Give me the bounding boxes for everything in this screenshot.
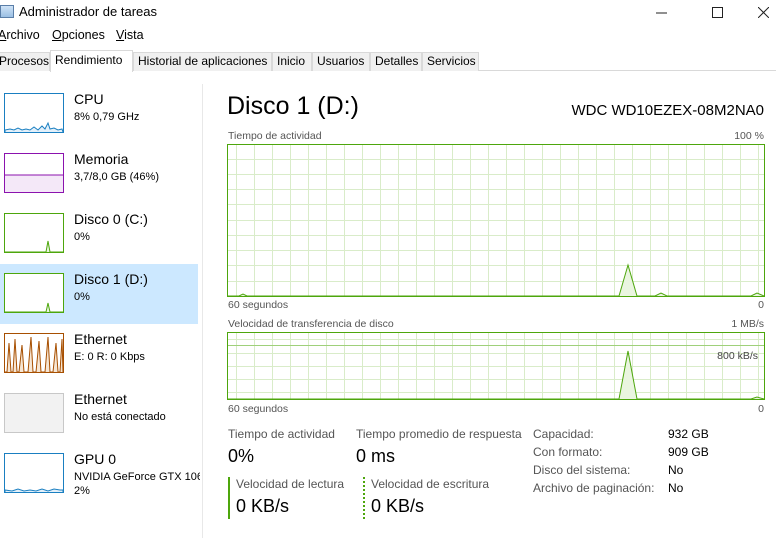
read-stat-label: Velocidad de lectura — [236, 477, 345, 491]
sidebar-item-label: GPU 0 — [74, 451, 117, 467]
minimize-button[interactable] — [638, 0, 684, 24]
tab-usuarios[interactable]: Usuarios — [312, 52, 370, 71]
task-manager-icon — [0, 5, 14, 18]
sidebar-item-sub: NVIDIA GeForce GTX 106 — [74, 471, 200, 483]
sidebar-item-cpu[interactable]: CPU 8% 0,79 GHz — [0, 84, 198, 144]
sidebar-item-gpu-0[interactable]: GPU 0 NVIDIA GeForce GTX 106 2% — [0, 444, 200, 504]
graph2-max-label: 1 MB/s — [731, 318, 764, 330]
disk-model: WDC WD10EZEX-08M2NA0 — [571, 102, 764, 119]
sidebar-item-sub: E: 0 R: 0 Kbps — [74, 351, 145, 363]
graph1-min-label: 0 — [758, 299, 764, 311]
sidebar-item-disco-1[interactable]: Disco 1 (D:) 0% — [0, 264, 198, 324]
tab-servicios[interactable]: Servicios — [422, 52, 479, 71]
formatted-value: 909 GB — [668, 445, 709, 459]
sidebar-divider — [202, 84, 203, 538]
sidebar-item-label: Ethernet — [74, 391, 127, 407]
graph2-min-label: 0 — [758, 403, 764, 415]
transfer-rate-graph — [227, 332, 765, 400]
ethernet-thumbnail-graph — [4, 333, 64, 373]
capacity-label: Capacidad: — [533, 427, 594, 441]
read-stat-value: 0 KB/s — [236, 496, 290, 516]
formatted-label: Con formato: — [533, 445, 603, 459]
sidebar-item-disco-0[interactable]: Disco 0 (C:) 0% — [0, 204, 198, 264]
system-disk-label: Disco del sistema: — [533, 463, 631, 477]
graph1-label: Tiempo de actividad — [228, 130, 322, 142]
page-title: Disco 1 (D:) — [227, 92, 359, 120]
graph2-label: Velocidad de transferencia de disco — [228, 318, 394, 330]
tab-inicio[interactable]: Inicio — [272, 52, 312, 71]
sidebar-item-memoria[interactable]: Memoria 3,7/8,0 GB (46%) — [0, 144, 198, 204]
close-icon — [757, 6, 769, 18]
disk1-thumbnail-graph — [4, 273, 64, 313]
system-disk-value: No — [668, 463, 684, 477]
maximize-icon — [711, 6, 723, 18]
menu-opciones[interactable]: Opciones — [52, 28, 105, 42]
tab-detalles[interactable]: Detalles — [370, 52, 422, 71]
sidebar-item-ethernet[interactable]: Ethernet E: 0 R: 0 Kbps — [0, 324, 198, 384]
page-file-label: Archivo de paginación: — [533, 481, 655, 495]
sidebar-item-label: CPU — [74, 91, 104, 107]
menu-archivo[interactable]: Archivo — [0, 28, 40, 42]
gpu-thumbnail-graph — [4, 453, 64, 493]
tab-rendimiento[interactable]: Rendimiento — [50, 50, 133, 72]
write-stat-label: Velocidad de escritura — [371, 477, 490, 491]
disk0-thumbnail-graph — [4, 213, 64, 253]
sidebar-item-sub: 8% 0,79 GHz — [74, 111, 140, 123]
sidebar-item-sub: 0% — [74, 291, 90, 303]
sidebar-item-ethernet-disconnected[interactable]: Ethernet No está conectado — [0, 384, 198, 444]
activity-graph — [227, 144, 765, 297]
write-indicator — [363, 477, 365, 519]
graph1-time-label: 60 segundos — [228, 299, 289, 311]
sidebar-item-sub: 0% — [74, 231, 90, 243]
tab-historial[interactable]: Historial de aplicaciones — [133, 52, 272, 71]
graph2-time-label: 60 segundos — [228, 403, 289, 415]
tab-procesos[interactable]: Procesos — [0, 52, 50, 71]
activity-stat-value: 0% — [228, 446, 255, 466]
maximize-button[interactable] — [694, 0, 740, 24]
sidebar-item-sub: 3,7/8,0 GB (46%) — [74, 171, 159, 183]
ethernet-disconnected-thumbnail — [4, 393, 64, 433]
graph1-max-label: 100 % — [734, 130, 764, 142]
graph2-mid-label: 800 kB/s — [717, 350, 758, 362]
title-bar: Administrador de tareas — [0, 0, 776, 24]
response-stat-value: 0 ms — [356, 446, 396, 466]
resource-sidebar: CPU 8% 0,79 GHz Memoria 3,7/8,0 GB (46%)… — [0, 84, 200, 538]
capacity-value: 932 GB — [668, 427, 709, 441]
window-title: Administrador de tareas — [19, 4, 158, 19]
minimize-icon — [655, 12, 667, 13]
sidebar-item-label: Ethernet — [74, 331, 127, 347]
activity-stat-label: Tiempo de actividad — [228, 427, 335, 441]
page-file-value: No — [668, 481, 684, 495]
sidebar-item-sub2: 2% — [74, 485, 90, 497]
close-button[interactable] — [740, 0, 776, 24]
sidebar-item-label: Disco 0 (C:) — [74, 211, 148, 227]
memory-thumbnail-graph — [4, 153, 64, 193]
menu-vista[interactable]: Vista — [116, 28, 144, 42]
tab-bar: Procesos Rendimiento Historial de aplica… — [0, 50, 776, 72]
sidebar-item-sub: No está conectado — [74, 411, 166, 423]
sidebar-item-label: Memoria — [74, 151, 129, 167]
cpu-thumbnail-graph — [4, 93, 64, 133]
sidebar-item-label: Disco 1 (D:) — [74, 271, 148, 287]
write-stat-value: 0 KB/s — [371, 496, 425, 516]
read-indicator — [228, 477, 230, 519]
response-stat-label: Tiempo promedio de respuesta — [356, 427, 522, 441]
